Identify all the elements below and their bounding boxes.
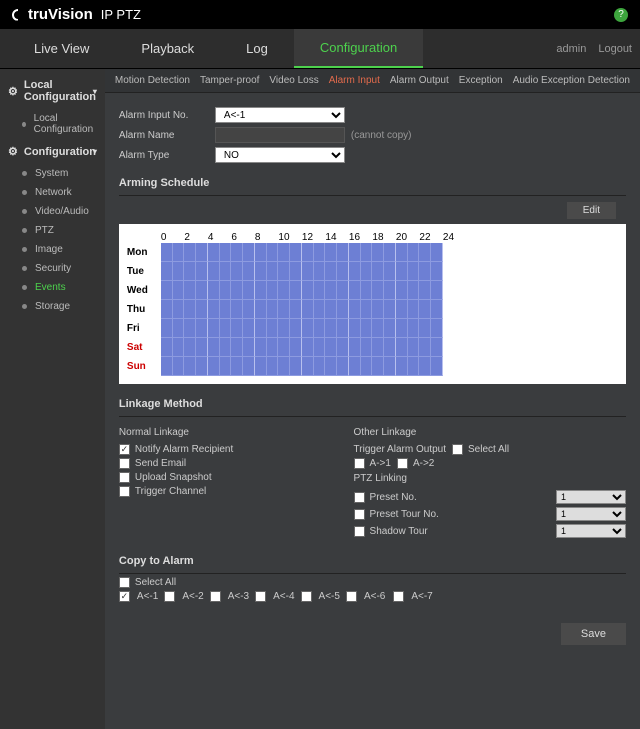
sidebar-item-storage[interactable]: Storage	[0, 297, 105, 316]
head-normal-linkage: Normal Linkage	[119, 427, 314, 438]
label-alarmname: Alarm Name	[119, 130, 215, 141]
chevron-down-icon: ▾	[93, 87, 97, 96]
gear-icon: ⚙	[8, 85, 18, 98]
logout-link[interactable]: Logout	[598, 43, 632, 55]
checkbox-copy-1[interactable]	[119, 591, 130, 602]
subtab-audioexc[interactable]: Audio Exception Detection	[513, 75, 630, 86]
select-preset[interactable]: 1	[556, 490, 626, 504]
checkbox-notify[interactable]	[119, 444, 130, 455]
input-alarm-name[interactable]	[215, 127, 345, 143]
select-presettour[interactable]: 1	[556, 507, 626, 521]
select-alarm-type[interactable]: NO	[215, 147, 345, 163]
label-alarmtype: Alarm Type	[119, 150, 215, 161]
select-shadow[interactable]: 1	[556, 524, 626, 538]
sidebar-item-network[interactable]: Network	[0, 183, 105, 202]
checkbox-email[interactable]	[119, 458, 130, 469]
side-group-local[interactable]: ⚙ Local Configuration ▾	[0, 73, 105, 109]
checkbox-copy-selectall[interactable]	[119, 577, 130, 588]
tab-live-view[interactable]: Live View	[8, 29, 115, 68]
schedule-grid[interactable]: 024681012141618202224 Mon Tue Wed Thu Fri Sat…	[119, 224, 626, 384]
subtab-alarmoutput[interactable]: Alarm Output	[390, 75, 449, 86]
subtab-exception[interactable]: Exception	[459, 75, 503, 86]
main-tabs: Live View Playback Log Configuration adm…	[0, 29, 640, 69]
subtab-alarminput[interactable]: Alarm Input	[329, 75, 380, 86]
logo-icon	[12, 9, 24, 21]
schedule-day-label: Mon	[127, 247, 161, 258]
checkbox-copy-5[interactable]	[301, 591, 312, 602]
schedule-day-label: Thu	[127, 304, 161, 315]
schedule-day-label: Sat	[127, 342, 161, 353]
schedule-hours: 024681012141618202224	[161, 232, 618, 243]
select-alarm-input-no[interactable]: A<-1	[215, 107, 345, 123]
subtab-motion[interactable]: Motion Detection	[115, 75, 190, 86]
checkbox-triggerch[interactable]	[119, 486, 130, 497]
checkbox-copy-2[interactable]	[164, 591, 175, 602]
note-cannotcopy: (cannot copy)	[351, 130, 412, 141]
brand-sub: IP PTZ	[101, 7, 141, 22]
checkbox-copy-4[interactable]	[255, 591, 266, 602]
sidebar-item-image[interactable]: Image	[0, 240, 105, 259]
checkbox-selectall-out[interactable]	[452, 444, 463, 455]
section-linkage: Linkage Method	[119, 392, 626, 417]
sidebar-item-local-config[interactable]: Local Configuration	[0, 109, 105, 139]
section-arming: Arming Schedule	[119, 171, 626, 196]
subtab-tamper[interactable]: Tamper-proof	[200, 75, 259, 86]
head-ptzlink: PTZ Linking	[354, 473, 626, 484]
schedule-day-label: Tue	[127, 266, 161, 277]
user-name[interactable]: admin	[556, 43, 586, 55]
checkbox-a2[interactable]	[397, 458, 408, 469]
sidebar-item-events[interactable]: Events	[0, 278, 105, 297]
tab-configuration[interactable]: Configuration	[294, 29, 423, 68]
user-area: admin Logout	[556, 43, 632, 55]
help-icon[interactable]: ?	[614, 8, 628, 22]
checkbox-copy-6[interactable]	[346, 591, 357, 602]
chevron-down-icon: ▾	[93, 147, 97, 156]
sidebar-item-ptz[interactable]: PTZ	[0, 221, 105, 240]
schedule-day-label: Sun	[127, 361, 161, 372]
checkbox-preset[interactable]	[354, 492, 365, 503]
brand: truVision	[28, 6, 93, 23]
side-group-config[interactable]: ⚙ Configuration ▾	[0, 139, 105, 164]
schedule-day-label: Wed	[127, 285, 161, 296]
sidebar-item-system[interactable]: System	[0, 164, 105, 183]
sidebar: ⚙ Local Configuration ▾ Local Configurat…	[0, 69, 105, 729]
subtab-videoloss[interactable]: Video Loss	[269, 75, 318, 86]
tab-playback[interactable]: Playback	[115, 29, 220, 68]
checkbox-shadow[interactable]	[354, 526, 365, 537]
gear-icon: ⚙	[8, 145, 18, 158]
head-other-linkage: Other Linkage	[354, 427, 626, 438]
label-inputno: Alarm Input No.	[119, 110, 215, 121]
sidebar-item-security[interactable]: Security	[0, 259, 105, 278]
checkbox-copy-3[interactable]	[210, 591, 221, 602]
save-button[interactable]: Save	[561, 623, 626, 645]
copy-row: A<-1A<-2A<-3A<-4A<-5A<-6A<-7	[119, 591, 626, 602]
checkbox-copy-7[interactable]	[393, 591, 404, 602]
checkbox-upload[interactable]	[119, 472, 130, 483]
edit-button[interactable]: Edit	[567, 202, 616, 219]
checkbox-a1[interactable]	[354, 458, 365, 469]
tab-log[interactable]: Log	[220, 29, 294, 68]
section-copy: Copy to Alarm	[119, 549, 626, 574]
sidebar-item-videoaudio[interactable]: Video/Audio	[0, 202, 105, 221]
schedule-day-label: Fri	[127, 323, 161, 334]
content: Motion Detection Tamper-proof Video Loss…	[105, 69, 640, 729]
sub-tabs: Motion Detection Tamper-proof Video Loss…	[105, 69, 640, 93]
checkbox-presettour[interactable]	[354, 509, 365, 520]
app-header: truVision IP PTZ ?	[0, 0, 640, 29]
